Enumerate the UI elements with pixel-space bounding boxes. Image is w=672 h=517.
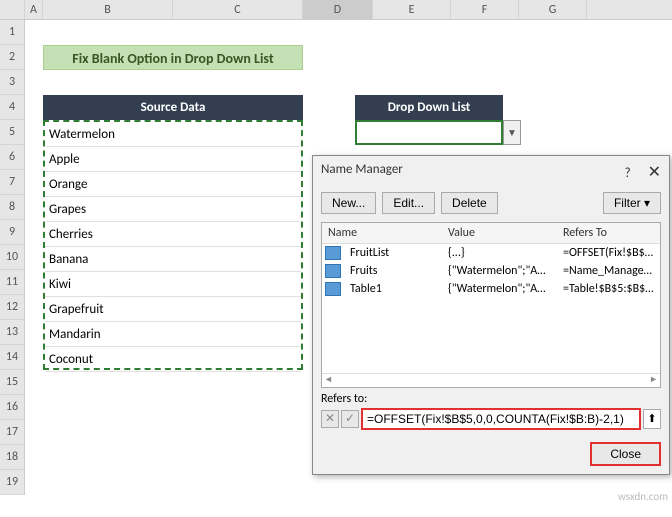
list-item[interactable]: Cherries <box>45 222 301 247</box>
col-header-refers[interactable]: Refers To <box>557 223 660 243</box>
name-manager-dialog: Name Manager ? ✕ New... Edit... Delete F… <box>312 155 670 475</box>
col-a[interactable]: A <box>25 0 43 19</box>
row-3[interactable]: 3 <box>0 70 24 95</box>
row-17[interactable]: 17 <box>0 420 24 445</box>
col-d[interactable]: D <box>303 0 373 19</box>
row-1[interactable]: 1 <box>0 20 24 45</box>
range-icon <box>325 282 341 296</box>
watermark: wsxdn.com <box>618 490 668 503</box>
list-item[interactable]: Grapefruit <box>45 297 301 322</box>
row-14[interactable]: 14 <box>0 345 24 370</box>
source-data-header: Source Data <box>43 95 303 120</box>
row-5[interactable]: 5 <box>0 120 24 145</box>
col-c[interactable]: C <box>173 0 303 19</box>
col-f[interactable]: F <box>451 0 519 19</box>
dialog-title: Name Manager <box>321 162 403 182</box>
name-row[interactable]: FruitList {...} =OFFSET(Fix!$B$5... <box>322 244 660 262</box>
range-icon <box>325 246 341 260</box>
col-g[interactable]: G <box>519 0 587 19</box>
edit-button[interactable]: Edit... <box>382 192 435 214</box>
row-15[interactable]: 15 <box>0 370 24 395</box>
name-row[interactable]: Fruits {"Watermelon";"Ap... =Name_Manage… <box>322 262 660 280</box>
list-item[interactable]: Coconut <box>45 347 301 372</box>
close-button[interactable]: Close <box>590 442 661 466</box>
page-title: Fix Blank Option in Drop Down List <box>43 45 303 70</box>
row-12[interactable]: 12 <box>0 295 24 320</box>
row-4[interactable]: 4 <box>0 95 24 120</box>
column-headers: A B C D E F G <box>0 0 672 20</box>
list-item[interactable]: Kiwi <box>45 272 301 297</box>
col-header-value[interactable]: Value <box>442 223 557 243</box>
source-data-range[interactable]: Watermelon Apple Orange Grapes Cherries … <box>43 120 303 370</box>
row-10[interactable]: 10 <box>0 245 24 270</box>
name-list[interactable]: Name Value Refers To FruitList {...} =OF… <box>321 222 661 388</box>
row-7[interactable]: 7 <box>0 170 24 195</box>
col-e[interactable]: E <box>373 0 451 19</box>
row-11[interactable]: 11 <box>0 270 24 295</box>
range-icon <box>325 264 341 278</box>
row-2[interactable]: 2 <box>0 45 24 70</box>
list-item[interactable]: Mandarin <box>45 322 301 347</box>
list-item[interactable]: Watermelon <box>45 122 301 147</box>
col-header-name[interactable]: Name <box>322 223 442 243</box>
list-item[interactable]: Apple <box>45 147 301 172</box>
refers-to-label: Refers to: <box>321 392 661 406</box>
row-9[interactable]: 9 <box>0 220 24 245</box>
refers-to-input[interactable] <box>361 408 641 430</box>
new-button[interactable]: New... <box>321 192 376 214</box>
row-8[interactable]: 8 <box>0 195 24 220</box>
close-icon[interactable]: ✕ <box>648 163 661 182</box>
accept-edit-icon[interactable]: ✓ <box>341 410 359 428</box>
horizontal-scrollbar[interactable]: ◄► <box>322 373 660 387</box>
row-13[interactable]: 13 <box>0 320 24 345</box>
name-row[interactable]: Table1 {"Watermelon";"Ap... =Table!$B$5:… <box>322 280 660 298</box>
delete-button[interactable]: Delete <box>441 192 498 214</box>
dropdown-list-header: Drop Down List <box>355 95 503 120</box>
filter-button[interactable]: Filter ▾ <box>603 192 661 214</box>
list-item[interactable]: Banana <box>45 247 301 272</box>
range-picker-icon[interactable]: ⬆ <box>643 409 661 429</box>
cancel-edit-icon[interactable]: ✕ <box>321 410 339 428</box>
row-18[interactable]: 18 <box>0 445 24 470</box>
row-headers: 1 2 3 4 5 6 7 8 9 10 11 12 13 14 15 16 1… <box>0 20 25 495</box>
dropdown-cell[interactable] <box>355 120 503 145</box>
row-6[interactable]: 6 <box>0 145 24 170</box>
help-icon[interactable]: ? <box>625 166 631 181</box>
dropdown-arrow-icon[interactable]: ▼ <box>503 120 521 145</box>
list-item[interactable]: Grapes <box>45 197 301 222</box>
col-b[interactable]: B <box>43 0 173 19</box>
row-16[interactable]: 16 <box>0 395 24 420</box>
list-item[interactable]: Orange <box>45 172 301 197</box>
row-19[interactable]: 19 <box>0 470 24 495</box>
